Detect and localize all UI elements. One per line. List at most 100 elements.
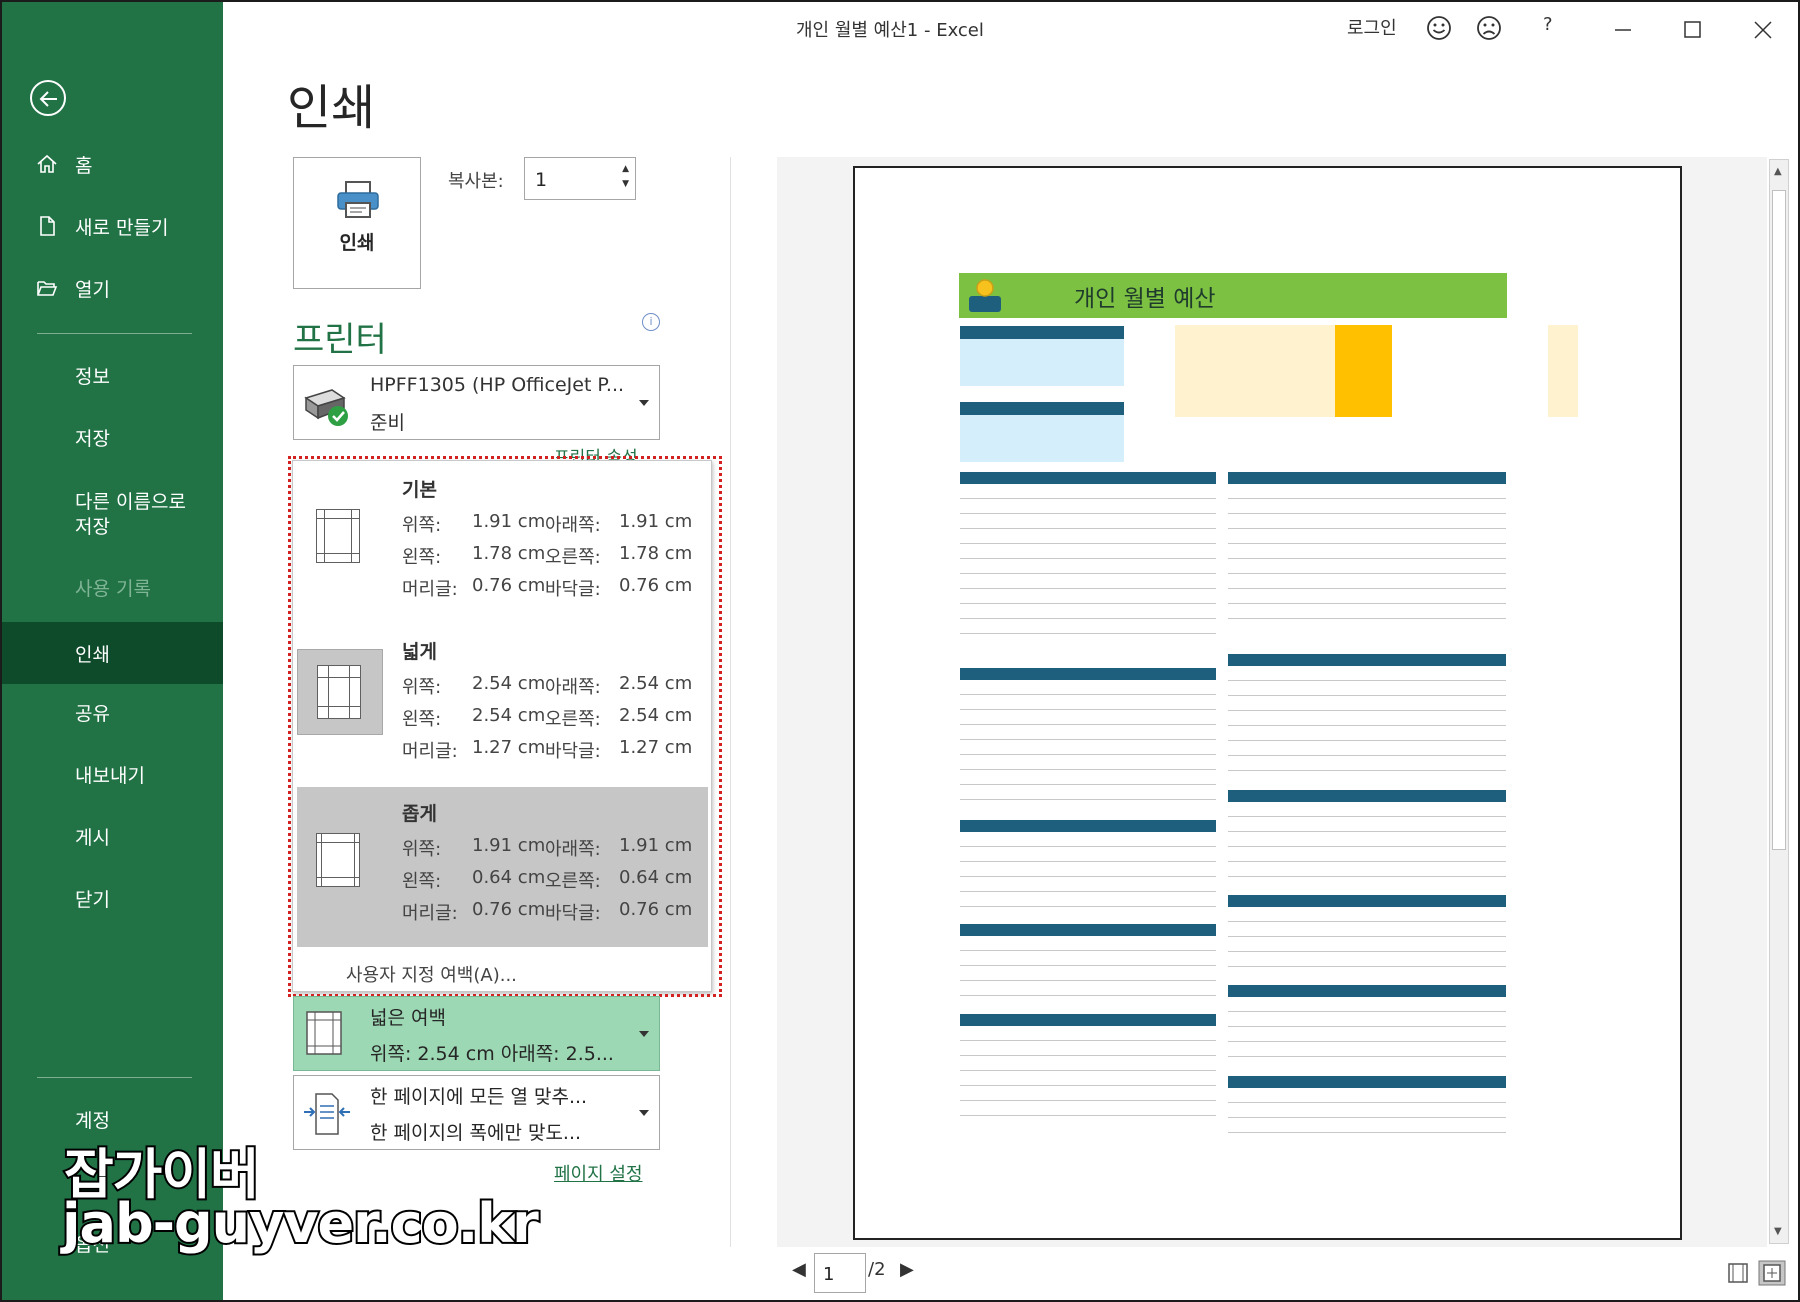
scaling-dropdown[interactable]: 한 페이지에 모든 열 맞추... 한 페이지의 폭에만 맞도... bbox=[293, 1075, 660, 1150]
margin-bottom-value: 1.91 cm bbox=[619, 511, 693, 532]
sidebar-item-home[interactable]: 홈 bbox=[2, 137, 223, 191]
printer-name: HPFF1305 (HP OfficeJet P... bbox=[370, 374, 625, 396]
margin-page-icon bbox=[316, 833, 360, 887]
zoom-to-page-icon[interactable] bbox=[1758, 1260, 1786, 1286]
margin-option-normal[interactable]: 기본 위쪽: 1.91 cm 아래쪽: 1.91 cm 왼쪽: 1.78 cm … bbox=[297, 463, 708, 623]
smile-icon[interactable] bbox=[1426, 15, 1452, 41]
watermark-url: jab-guyver.co.kr bbox=[60, 1190, 541, 1257]
margin-right-value: 1.78 cm bbox=[619, 543, 693, 564]
margin-footer-label: 바닥글: bbox=[545, 741, 601, 762]
sidebar-item-info[interactable]: 정보 bbox=[2, 348, 223, 402]
margins-detail: 위쪽: 2.54 cm 아래쪽: 2.5... bbox=[370, 1043, 614, 1065]
sheet-title-banner: 개인 월별 예산 bbox=[959, 273, 1507, 318]
margin-right-value: 0.64 cm bbox=[619, 867, 693, 888]
scaling-detail: 한 페이지의 폭에만 맞도... bbox=[370, 1122, 582, 1144]
title-bar: 개인 월별 예산1 - Excel 로그인 ? bbox=[223, 2, 1798, 56]
margins-dropdown[interactable]: 넓은 여백 위쪽: 2.54 cm 아래쪽: 2.5... bbox=[293, 996, 660, 1071]
back-arrow-icon[interactable] bbox=[30, 80, 66, 116]
printer-ready-icon bbox=[304, 389, 348, 426]
prev-page-icon[interactable]: ◀ bbox=[792, 1259, 806, 1280]
sidebar-item-share[interactable]: 공유 bbox=[2, 685, 223, 739]
expense-table bbox=[1228, 790, 1506, 877]
page-title: 인쇄 bbox=[287, 80, 376, 136]
excel-window: 홈 새로 만들기 열기 정보 저장 다른 이름으로 저장 사용 기록 인쇄 공유 bbox=[0, 0, 1800, 1302]
sidebar-divider bbox=[37, 333, 192, 334]
next-page-icon[interactable]: ▶ bbox=[900, 1259, 914, 1280]
sidebar-item-publish[interactable]: 게시 bbox=[2, 809, 223, 863]
scroll-up-icon[interactable]: ▲ bbox=[1774, 166, 1782, 177]
piggy-bank-icon bbox=[969, 279, 1001, 312]
margin-option-narrow[interactable]: 좁게 위쪽: 1.91 cm 아래쪽: 1.91 cm 왼쪽: 0.64 cm … bbox=[297, 787, 708, 947]
margin-right-label: 오른쪽: bbox=[545, 709, 601, 730]
frown-icon[interactable] bbox=[1476, 15, 1502, 41]
custom-margins-item[interactable]: 사용자 지정 여백(A)... bbox=[346, 961, 517, 987]
scroll-down-icon[interactable]: ▼ bbox=[1774, 1226, 1782, 1237]
margin-left-value: 1.78 cm bbox=[472, 543, 546, 564]
chart-block bbox=[1175, 325, 1335, 417]
sidebar-item-history: 사용 기록 bbox=[2, 560, 223, 614]
sidebar-item-close[interactable]: 닫기 bbox=[2, 871, 223, 925]
stepper-arrows-icon[interactable]: ▲ ▼ bbox=[622, 162, 629, 192]
page-thumbnail bbox=[297, 811, 383, 897]
info-icon[interactable]: i bbox=[642, 313, 660, 331]
margin-bottom-label: 아래쪽: bbox=[545, 839, 601, 860]
margin-header-label: 머리글: bbox=[402, 579, 458, 600]
new-file-icon bbox=[40, 216, 55, 236]
expense-table bbox=[1228, 472, 1506, 619]
scrollbar-thumb[interactable] bbox=[1772, 190, 1786, 850]
margin-right-label: 오른쪽: bbox=[545, 871, 601, 892]
sidebar-item-print[interactable]: 인쇄 bbox=[2, 622, 223, 684]
fit-columns-icon bbox=[304, 1093, 350, 1135]
page-thumbnail bbox=[297, 487, 383, 573]
expense-table bbox=[960, 668, 1216, 800]
chart-block bbox=[1548, 325, 1578, 417]
sheet-title-text: 개인 월별 예산 bbox=[1074, 286, 1216, 312]
sidebar-item-label: 내보내기 bbox=[75, 764, 145, 787]
expense-table bbox=[1228, 895, 1506, 967]
sidebar-item-save[interactable]: 저장 bbox=[2, 410, 223, 464]
margin-option-name: 기본 bbox=[402, 479, 437, 501]
backstage-sidebar: 홈 새로 만들기 열기 정보 저장 다른 이름으로 저장 사용 기록 인쇄 공유 bbox=[2, 2, 223, 1300]
sidebar-divider bbox=[37, 1077, 192, 1078]
sidebar-item-label: 계정 bbox=[75, 1109, 110, 1132]
expense-table bbox=[960, 924, 1216, 996]
expense-table bbox=[1228, 1076, 1506, 1133]
margin-top-label: 위쪽: bbox=[402, 677, 442, 698]
page-number-input[interactable]: 1 bbox=[814, 1253, 866, 1293]
maximize-icon[interactable] bbox=[1683, 20, 1703, 40]
expense-table bbox=[960, 472, 1216, 634]
help-button[interactable]: ? bbox=[1543, 14, 1553, 35]
preview-scrollbar[interactable]: ▲ ▼ bbox=[1769, 159, 1789, 1244]
margin-right-value: 2.54 cm bbox=[619, 705, 693, 726]
print-button[interactable]: 인쇄 bbox=[293, 157, 421, 289]
sidebar-item-new[interactable]: 새로 만들기 bbox=[2, 199, 223, 253]
printer-dropdown[interactable]: HPFF1305 (HP OfficeJet P... 준비 bbox=[293, 365, 660, 440]
sidebar-item-label: 저장 bbox=[75, 427, 110, 450]
copies-stepper[interactable]: 1 ▲ ▼ bbox=[524, 157, 636, 200]
margin-bottom-label: 아래쪽: bbox=[545, 515, 601, 536]
page-setup-link[interactable]: 페이지 설정 bbox=[554, 1160, 643, 1186]
minimize-icon[interactable] bbox=[1613, 20, 1633, 40]
margin-bottom-label: 아래쪽: bbox=[545, 677, 601, 698]
expense-table bbox=[1228, 654, 1506, 771]
summary-block bbox=[960, 415, 1124, 462]
print-button-label: 인쇄 bbox=[339, 232, 375, 254]
margin-footer-label: 바닥글: bbox=[545, 579, 601, 600]
signin-link[interactable]: 로그인 bbox=[1347, 14, 1397, 40]
summary-header bbox=[960, 402, 1124, 415]
sidebar-item-label: 열기 bbox=[75, 278, 110, 301]
margin-left-label: 왼쪽: bbox=[402, 871, 442, 892]
margin-option-wide[interactable]: 넓게 위쪽: 2.54 cm 아래쪽: 2.54 cm 왼쪽: 2.54 cm … bbox=[297, 625, 708, 785]
show-margins-icon[interactable] bbox=[1727, 1262, 1749, 1284]
sidebar-item-save-as[interactable]: 다른 이름으로 저장 bbox=[2, 482, 223, 548]
printer-status: 준비 bbox=[370, 412, 405, 434]
sidebar-item-label: 사용 기록 bbox=[75, 577, 151, 600]
sidebar-item-label: 닫기 bbox=[75, 888, 110, 911]
sidebar-item-export[interactable]: 내보내기 bbox=[2, 747, 223, 801]
copies-label: 복사본: bbox=[448, 171, 504, 192]
margin-left-value: 2.54 cm bbox=[472, 705, 546, 726]
close-icon[interactable] bbox=[1753, 20, 1773, 40]
sidebar-item-open[interactable]: 열기 bbox=[2, 261, 223, 315]
margin-top-value: 2.54 cm bbox=[472, 673, 546, 694]
chevron-down-icon bbox=[639, 1031, 649, 1037]
